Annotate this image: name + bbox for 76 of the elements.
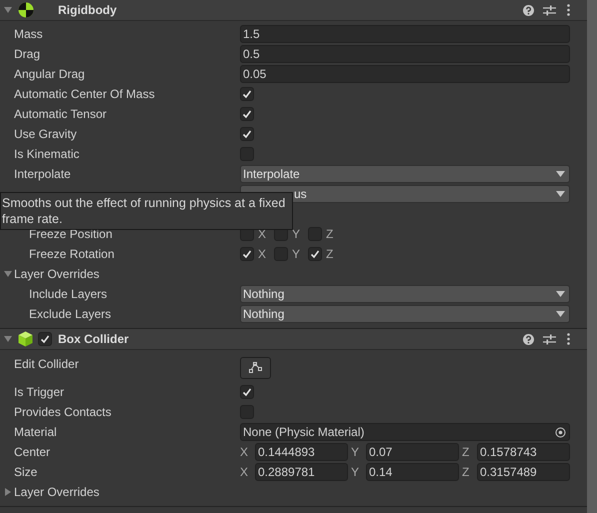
component-title: Rigidbody [58, 2, 117, 19]
property-label: Drag [14, 47, 40, 61]
axis-label: Z [326, 226, 334, 243]
tooltip: Smooths out the effect of running physics at a fixed frame rate. [0, 192, 293, 230]
foldout-arrow-icon[interactable] [4, 488, 12, 496]
caret-icon [556, 291, 565, 297]
property-label: Freeze Rotation [29, 247, 114, 261]
axis-label: Y [292, 226, 302, 243]
cube-icon [18, 331, 33, 347]
checkbox[interactable] [38, 332, 52, 346]
number-field[interactable]: 0.14 [366, 463, 459, 481]
help-icon[interactable] [523, 334, 534, 344]
property-label: Center [14, 445, 50, 459]
checkbox[interactable] [240, 87, 254, 101]
number-field[interactable]: 0.2889781 [255, 463, 348, 481]
caret-icon [556, 171, 565, 177]
more-options-icon[interactable] [567, 4, 570, 16]
checkbox[interactable] [240, 247, 254, 261]
dropdown[interactable]: Interpolate [240, 165, 570, 183]
property-label: Material [14, 425, 57, 439]
property-label: Automatic Tensor [14, 107, 106, 121]
property-label: Exclude Layers [29, 307, 112, 321]
property-label: Angular Drag [14, 67, 85, 81]
axis-label: Z [462, 464, 470, 481]
property-label: Provides Contacts [14, 405, 112, 419]
foldout-arrow-icon[interactable] [4, 335, 12, 343]
dropdown[interactable]: Nothing [240, 305, 570, 323]
settings-sliders-icon[interactable] [543, 4, 556, 16]
dropdown[interactable]: Nothing [240, 285, 570, 303]
number-field[interactable]: 0.05 [240, 65, 570, 83]
rigidbody-icon [18, 2, 34, 18]
more-options-icon[interactable] [567, 333, 570, 345]
number-field[interactable]: 1.5 [240, 25, 570, 43]
property-label: Use Gravity [14, 127, 77, 141]
property-label: Automatic Center Of Mass [14, 87, 155, 101]
property-label: Size [14, 465, 38, 479]
property-label: Is Trigger [14, 385, 64, 399]
axis-label: Y [292, 246, 302, 263]
axis-label: Y [351, 444, 360, 461]
foldout-arrow-icon[interactable] [4, 6, 12, 14]
caret-icon [556, 311, 565, 317]
number-field[interactable]: 0.1578743 [477, 443, 570, 461]
property-label: Include Layers [29, 287, 108, 301]
component-title: Box Collider [58, 331, 129, 348]
number-field[interactable]: 0.07 [366, 443, 459, 461]
axis-label: X [240, 444, 250, 461]
axis-label: X [258, 246, 268, 263]
foldout-arrow-icon[interactable] [4, 270, 12, 278]
number-field[interactable]: 0.5 [240, 45, 570, 63]
object-field[interactable]: None (Physic Material) [240, 423, 570, 441]
axis-label: Z [326, 246, 334, 263]
checkbox[interactable] [240, 127, 254, 141]
checkbox[interactable] [240, 385, 254, 399]
edit-shape-icon [249, 362, 262, 373]
component-header[interactable]: Rigidbody [0, 0, 587, 21]
axis-label: Z [462, 444, 470, 461]
checkbox[interactable] [240, 107, 254, 121]
property-label: Mass [14, 27, 43, 41]
foldout-label[interactable]: Layer Overrides [14, 265, 100, 283]
axis-label: X [240, 464, 250, 481]
property-label: Interpolate [14, 167, 71, 181]
number-field[interactable]: 0.3157489 [477, 463, 570, 481]
property-label: Is Kinematic [14, 147, 80, 161]
settings-sliders-icon[interactable] [543, 334, 556, 344]
checkbox[interactable] [308, 247, 322, 261]
property-label: Edit Collider [14, 357, 79, 371]
number-field[interactable]: 0.1444893 [255, 443, 348, 461]
scrollbar[interactable] [587, 0, 597, 513]
axis-label: Y [351, 464, 360, 481]
edit-collider-button[interactable] [240, 356, 271, 378]
foldout-label[interactable]: Layer Overrides [14, 483, 100, 501]
property-label: Freeze Position [29, 227, 112, 241]
component-header[interactable]: Box Collider [0, 329, 587, 350]
target-icon[interactable] [555, 426, 566, 438]
help-icon[interactable] [523, 4, 534, 16]
caret-icon [556, 191, 565, 197]
